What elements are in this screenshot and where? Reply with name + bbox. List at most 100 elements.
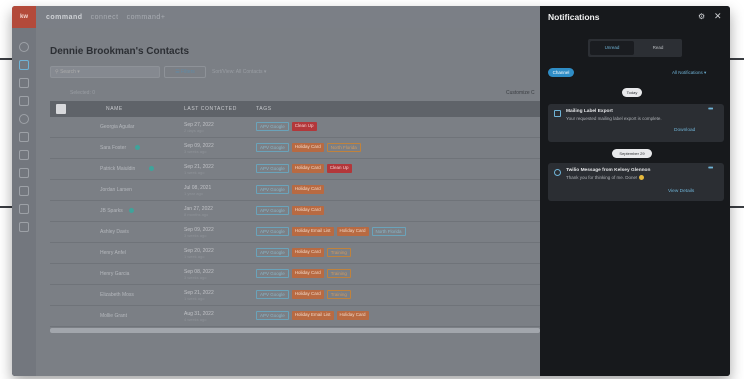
contacts-page: Dennie Brookman's Contacts ⚲ Search ▾ ☰ … (36, 28, 540, 376)
tag-chip[interactable]: Training (326, 290, 351, 299)
close-icon[interactable]: ✕ (714, 11, 722, 22)
notification-card-message[interactable]: Twilio Message from Kelsey Glennon Thank… (548, 163, 724, 201)
tag-list: APV Google Holiday Card (256, 206, 324, 215)
tag-chip[interactable]: Holiday Card (336, 311, 369, 320)
tag-chip[interactable]: North Florida (371, 227, 406, 236)
tag-list: APV Google Holiday Card Training (256, 269, 351, 278)
app-logo[interactable]: kw (12, 6, 36, 28)
contact-name[interactable]: Sara Foster (100, 145, 126, 151)
tag-chip[interactable]: Holiday Card (291, 290, 324, 299)
table-row[interactable]: Sara Foster Sep 09, 2022 3 weeks ago APV Go… (50, 138, 540, 159)
scrollbar-thumb[interactable] (50, 328, 540, 333)
table-row[interactable]: Henry Garcia Sep 08, 2022 3 weeks ago APV G… (50, 264, 540, 285)
megaphone-icon[interactable] (19, 150, 29, 160)
table-row[interactable]: Patrick Maiuldin Sep 21, 2022 1 week ago AP… (50, 159, 540, 180)
table-row[interactable]: Mollie Grant Aug 31, 2022 4 weeks ago APV G… (50, 306, 540, 327)
tag-chip[interactable]: Training (326, 269, 351, 278)
table-row[interactable]: Ashley Davis Sep 09, 2022 3 weeks ago APV G… (50, 222, 540, 243)
contact-name[interactable]: Henry Garcia (100, 271, 129, 277)
contact-name[interactable]: Georgia Aguilar (100, 124, 134, 130)
last-contacted-relative: 1 week ago (184, 170, 205, 175)
tag-chip[interactable]: APV Google (256, 164, 289, 173)
tag-chip[interactable]: Holiday Card (291, 206, 324, 215)
contact-name[interactable]: Henry Anfel (100, 250, 126, 256)
tag-chip[interactable]: Holiday Card (291, 143, 324, 152)
listings-icon[interactable] (19, 96, 29, 106)
contact-name[interactable]: Patrick Maiuldin (100, 166, 135, 172)
tag-chip[interactable]: Clean Up (291, 122, 317, 131)
sidebar (12, 28, 36, 376)
col-tags[interactable]: TAGS (256, 106, 272, 112)
nav-command[interactable]: command (46, 14, 83, 21)
contact-name[interactable]: Mollie Grant (100, 313, 127, 319)
tag-chip[interactable]: APV Google (256, 206, 289, 215)
contact-name[interactable]: Elizabeth Moss (100, 292, 134, 298)
table-row[interactable]: Georgia Aguilar Sep 27, 2022 2 days ago APV… (50, 117, 540, 138)
gear-icon[interactable]: ⚙ (698, 12, 705, 21)
filters-button[interactable]: ☰ Filters (164, 66, 206, 78)
contacts-icon[interactable] (19, 60, 29, 70)
col-name[interactable]: NAME (106, 106, 123, 112)
deals-icon[interactable] (19, 78, 29, 88)
tag-chip[interactable]: Holiday Email List (291, 311, 334, 320)
table-row[interactable]: Jordan Larsen Jul 08, 2021 1 year ago APV G… (50, 180, 540, 201)
tag-chip[interactable]: APV Google (256, 143, 289, 152)
tag-chip[interactable]: APV Google (256, 185, 289, 194)
calculator-icon[interactable] (19, 222, 29, 232)
notification-title: Twilio Message from Kelsey Glennon (566, 168, 651, 173)
horizontal-scrollbar[interactable] (50, 328, 540, 333)
tag-chip[interactable]: North Florida (326, 143, 361, 152)
panel-title: Notifications (548, 12, 600, 22)
tag-chip[interactable]: Holiday Card (291, 248, 324, 257)
tab-unread[interactable]: Unread (590, 41, 634, 55)
tag-chip[interactable]: Holiday Card (291, 164, 324, 173)
tag-chip[interactable]: Training (326, 248, 351, 257)
date-separator-today: Today (622, 88, 642, 97)
status-dot-icon (134, 145, 140, 150)
select-all-checkbox[interactable] (56, 104, 66, 114)
download-link[interactable]: Download (674, 128, 695, 133)
tab-read[interactable]: Read (636, 41, 680, 55)
all-notifications-link[interactable]: All Notifications ▾ (672, 70, 706, 76)
tag-chip[interactable]: APV Google (256, 311, 289, 320)
cloud-icon[interactable] (19, 132, 29, 142)
tag-list: APV Google Holiday Card Training (256, 290, 351, 299)
tag-chip[interactable]: Holiday Card (291, 269, 324, 278)
notification-card-export[interactable]: Mailing Label Export Your requested mail… (548, 104, 724, 142)
search-input[interactable]: ⚲ Search ▾ (50, 66, 160, 78)
location-icon[interactable] (19, 114, 29, 124)
table-row[interactable]: JB Sparks Jan 27, 2022 8 months ago APV Goo… (50, 201, 540, 222)
tag-chip[interactable]: APV Google (256, 248, 289, 257)
customize-button[interactable]: Customize C (506, 90, 535, 96)
nav-connect[interactable]: connect (91, 14, 119, 21)
tag-chip[interactable]: Holiday Card (291, 185, 324, 194)
table-row[interactable]: Henry Anfel Sep 20, 2022 1 week ago APV Goo… (50, 243, 540, 264)
folder-icon[interactable] (19, 204, 29, 214)
table-row[interactable]: Elizabeth Moss Sep 21, 2022 1 week ago APV … (50, 285, 540, 306)
last-contacted-relative: 1 year ago (184, 191, 203, 196)
edit-icon[interactable] (19, 186, 29, 196)
tag-chip[interactable]: Holiday Card (336, 227, 369, 236)
chart-icon[interactable] (19, 168, 29, 178)
sort-view-select[interactable]: Sort/View: All Contacts ▾ (212, 66, 266, 78)
col-last-contacted[interactable]: LAST CONTACTED (184, 106, 237, 112)
tag-chip[interactable]: APV Google (256, 290, 289, 299)
channel-badge[interactable]: Channel (548, 68, 574, 77)
home-icon[interactable] (19, 42, 29, 52)
tag-chip[interactable]: APV Google (256, 122, 289, 131)
tag-chip[interactable]: Holiday Email List (291, 227, 334, 236)
more-options-icon[interactable]: ••• (708, 106, 713, 113)
more-options-icon[interactable]: ••• (708, 165, 713, 172)
contact-name[interactable]: JB Sparks (100, 208, 123, 214)
notification-body: Thank you for thinking of me. Done! (566, 175, 644, 180)
nav-command-plus[interactable]: command+ (127, 14, 166, 21)
status-dot-icon (148, 166, 154, 171)
tag-chip[interactable]: Clean Up (326, 164, 352, 173)
contact-name[interactable]: Jordan Larsen (100, 187, 132, 193)
view-details-link[interactable]: View Details (668, 189, 694, 194)
contact-name[interactable]: Ashley Davis (100, 229, 129, 235)
tag-chip[interactable]: APV Google (256, 227, 289, 236)
app-window: kw command connect command+ Dennie Brook… (12, 6, 730, 376)
tag-chip[interactable]: APV Google (256, 269, 289, 278)
last-contacted-relative: 1 week ago (184, 254, 205, 259)
